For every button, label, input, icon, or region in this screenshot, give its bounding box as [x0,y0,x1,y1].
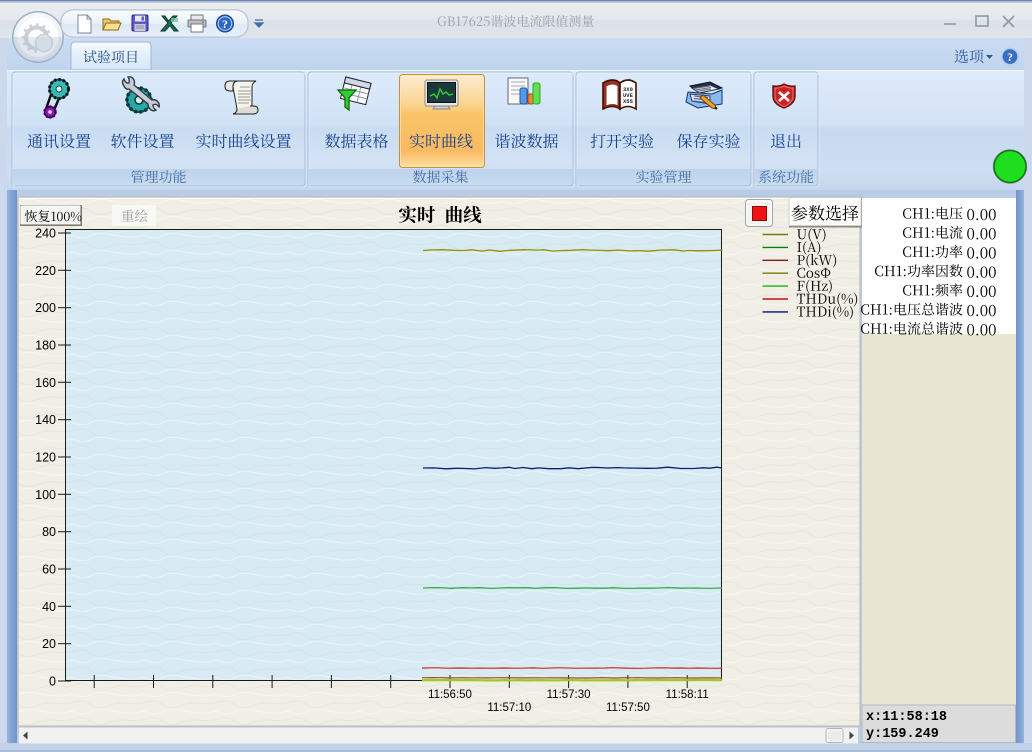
svg-text:?: ? [1007,52,1013,64]
svg-text:120: 120 [35,451,56,465]
svg-text:x:11:58:18: x:11:58:18 [866,710,947,725]
svg-text:60: 60 [42,563,56,577]
svg-text:11:56:50: 11:56:50 [428,689,472,701]
svg-text:y:159.249: y:159.249 [866,727,939,742]
svg-text:0: 0 [49,675,56,689]
svg-text:140: 140 [35,413,56,427]
svg-text:180: 180 [35,339,56,353]
svg-text:100: 100 [35,488,56,502]
svg-text:?: ? [222,17,228,31]
svg-text:240: 240 [35,227,56,241]
svg-text:11:58:11: 11:58:11 [666,689,709,701]
svg-text:200: 200 [35,301,56,315]
svg-text:160: 160 [35,376,56,390]
svg-text:X55: X55 [623,98,634,105]
svg-text:11:57:50: 11:57:50 [606,702,650,714]
svg-text:220: 220 [35,264,56,278]
svg-text:40: 40 [42,600,56,614]
svg-text:11:57:30: 11:57:30 [547,689,591,701]
svg-text:11:57:10: 11:57:10 [487,702,531,714]
svg-text:80: 80 [42,525,56,539]
svg-text:20: 20 [42,637,56,651]
